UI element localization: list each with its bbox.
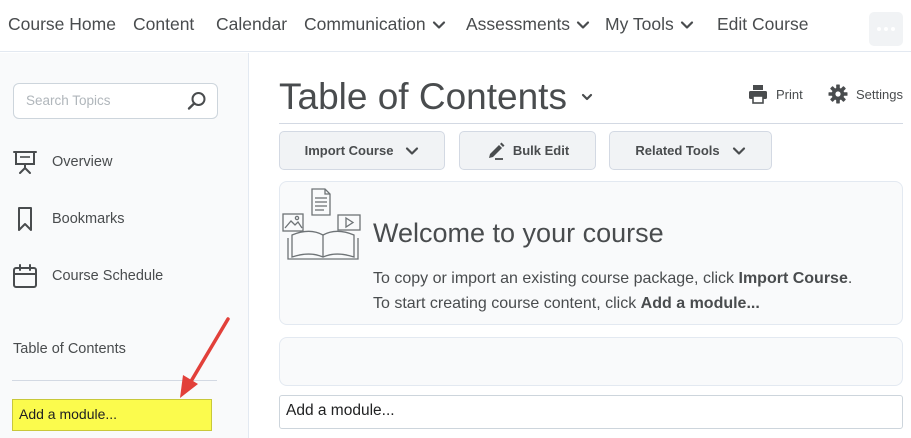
- welcome-line-import: To copy or import an existing course pac…: [373, 270, 852, 288]
- more-options-button[interactable]: [869, 12, 903, 46]
- welcome-text: To start creating course content, click: [373, 295, 641, 312]
- module-placeholder-panel: [279, 337, 903, 386]
- settings-label: Settings: [856, 86, 903, 102]
- nav-communication[interactable]: Communication: [304, 14, 446, 35]
- sidebar-item-label: Course Schedule: [52, 268, 164, 284]
- welcome-text: .: [847, 270, 853, 287]
- nav-label: Calendar: [216, 14, 288, 34]
- chevron-down-icon: [581, 93, 593, 101]
- add-module-emphasis: Add a module...: [640, 295, 760, 312]
- settings-button[interactable]: Settings: [828, 84, 903, 104]
- chevron-down-icon: [432, 20, 445, 29]
- nav-course-home[interactable]: Course Home: [8, 14, 116, 35]
- pencil-icon: [488, 142, 505, 160]
- table-of-contents-label[interactable]: Table of Contents: [13, 341, 126, 357]
- welcome-line-add-module: To start creating course content, click …: [373, 295, 760, 313]
- sidebar-item-course-schedule[interactable]: Course Schedule: [12, 263, 163, 289]
- search-input[interactable]: [26, 84, 186, 116]
- nav-my-tools[interactable]: My Tools: [605, 14, 694, 35]
- import-course-button[interactable]: Import Course: [279, 131, 445, 170]
- button-label: Bulk Edit: [512, 143, 570, 158]
- nav-calendar[interactable]: Calendar: [216, 14, 287, 35]
- nav-label: Communication: [304, 14, 426, 34]
- ellipsis-icon: [877, 27, 895, 31]
- button-label: Import Course: [304, 143, 394, 158]
- nav-edit-course[interactable]: Edit Course: [717, 14, 808, 35]
- button-label: Related Tools: [635, 143, 720, 158]
- welcome-heading: Welcome to your course: [373, 218, 664, 248]
- nav-label: Assessments: [466, 14, 571, 34]
- add-module-main-field[interactable]: Add a module...: [279, 395, 903, 429]
- chevron-down-icon: [406, 146, 419, 155]
- chevron-down-icon: [576, 20, 590, 29]
- print-label: Print: [776, 86, 803, 102]
- nav-label: Content: [133, 14, 195, 34]
- add-module-sidebar-field[interactable]: Add a module...: [12, 399, 212, 431]
- open-book-illustration-icon: [282, 188, 361, 260]
- nav-label: My Tools: [605, 14, 674, 34]
- bookmark-icon: [18, 207, 32, 231]
- calendar-icon: [13, 264, 37, 288]
- search-icon[interactable]: [187, 91, 207, 111]
- import-course-emphasis: Import Course: [738, 270, 848, 287]
- sidebar-item-label: Bookmarks: [52, 211, 125, 227]
- nav-label: Edit Course: [717, 14, 809, 34]
- chevron-down-icon: [680, 20, 693, 29]
- related-tools-button[interactable]: Related Tools: [609, 131, 772, 170]
- welcome-panel: Welcome to your course To copy or import…: [279, 181, 903, 325]
- sidebar-item-overview[interactable]: Overview: [12, 149, 112, 175]
- page-title-text: Table of Contents: [279, 76, 567, 117]
- search-box: [13, 83, 218, 119]
- welcome-text: To copy or import an existing course pac…: [373, 270, 739, 287]
- sidebar-item-label: Overview: [52, 154, 113, 170]
- bulk-edit-button[interactable]: Bulk Edit: [459, 131, 596, 170]
- presentation-board-icon: [13, 151, 37, 174]
- nav-label: Course Home: [8, 14, 116, 34]
- top-navigation-bar: Course Home Content Calendar Communicati…: [0, 0, 911, 52]
- page-title[interactable]: Table of Contents: [279, 76, 595, 118]
- sidebar: Overview Bookmarks Course Schedule Table…: [0, 53, 249, 438]
- printer-icon: [749, 85, 767, 104]
- chevron-down-icon: [732, 146, 745, 155]
- title-divider: [279, 123, 903, 124]
- gear-icon: [828, 84, 848, 104]
- nav-content[interactable]: Content: [133, 14, 194, 35]
- print-button[interactable]: Print: [748, 84, 803, 104]
- sidebar-divider: [12, 380, 217, 381]
- nav-assessments[interactable]: Assessments: [466, 14, 590, 35]
- sidebar-item-bookmarks[interactable]: Bookmarks: [12, 206, 125, 232]
